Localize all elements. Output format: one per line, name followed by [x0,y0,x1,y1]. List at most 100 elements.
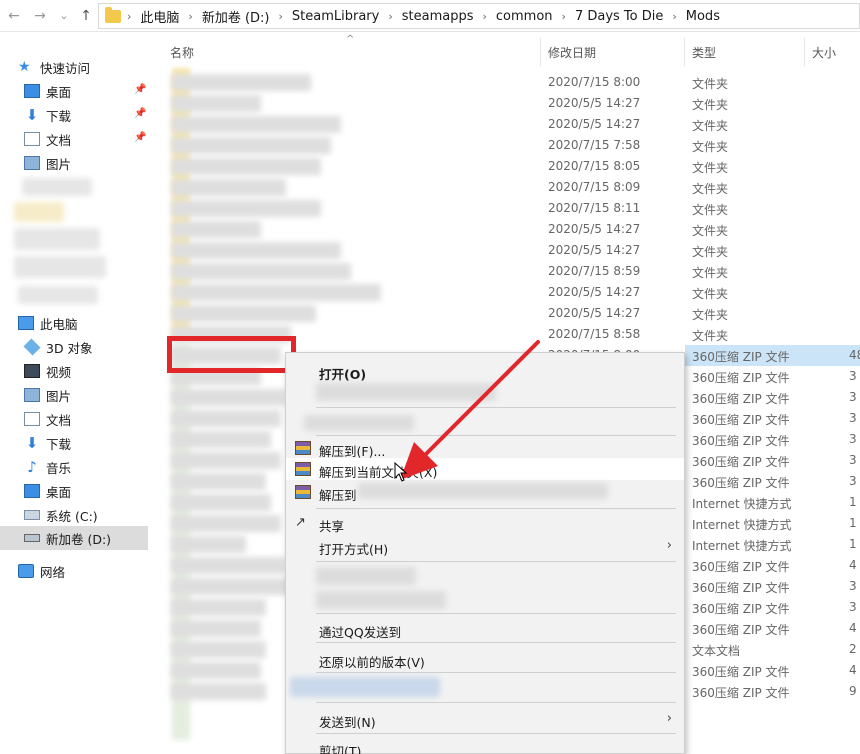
sidebar-item-drive-d[interactable]: 新加卷 (D:) [0,526,148,550]
recent-locations-button[interactable]: ⌄ [54,6,74,26]
table-row[interactable]: 2020/5/5 14:27 文件夹 [165,303,860,324]
column-divider[interactable] [804,38,805,66]
date-cell: 2020/5/5 14:27 [548,117,641,131]
drive-icon [24,510,40,520]
sidebar-item-desktop[interactable]: 桌面 [24,80,71,102]
date-cell: 2020/7/15 7:58 [548,138,641,152]
blurred-filename [171,389,286,406]
table-row[interactable]: 2020/7/15 7:58 文件夹 [165,135,860,156]
menu-separator [316,702,676,703]
type-cell: 360压缩 ZIP 文件 [692,476,790,490]
sidebar-item-drive-c[interactable]: 系统 (C:) [24,504,98,526]
table-row[interactable]: 2020/7/15 8:59 文件夹 [165,261,860,282]
blurred-item [22,178,92,196]
pin-icon[interactable]: 📌 [134,108,146,119]
sidebar-item-3d-objects[interactable]: 3D 对象 [23,336,93,358]
menu-separator [316,407,676,408]
up-button[interactable]: ↑ [76,6,96,26]
breadcrumb-item[interactable]: steamapps [402,9,474,24]
pin-icon[interactable]: 📌 [134,84,146,95]
document-icon [24,412,40,426]
sidebar-item-downloads-pc[interactable]: ⬇ 下载 [24,432,71,454]
breadcrumb-item[interactable]: SteamLibrary [292,9,379,24]
sidebar-item-pictures-pc[interactable]: 图片 [24,384,71,406]
sidebar-item-pictures[interactable]: 图片 [24,152,71,174]
menu-separator [316,733,676,734]
forward-button[interactable]: → [30,6,50,26]
sidebar-item-this-pc[interactable]: 此电脑 [18,312,78,334]
navigation-bar: ← → ⌄ ↑ › 此电脑 › 新加卷 (D:) › SteamLibrary … [0,0,860,32]
size-cell: 3 [849,600,857,614]
size-cell: 1 [849,537,857,551]
sidebar-item-music[interactable]: ♪ 音乐 [24,456,71,478]
type-cell: 文件夹 [692,287,729,301]
blurred-filename [171,452,281,469]
back-button[interactable]: ← [4,6,24,26]
sidebar-item-quick-access[interactable]: ★ 快速访问 [18,56,90,78]
column-divider[interactable] [684,38,685,66]
breadcrumb-item[interactable]: 此电脑 [140,7,179,26]
type-cell: 360压缩 ZIP 文件 [692,434,790,448]
date-cell: 2020/7/15 8:59 [548,264,641,278]
menu-item-send-via-qq[interactable]: 通过QQ发送到 [286,618,684,640]
type-cell: 360压缩 ZIP 文件 [692,413,790,427]
menu-item-share[interactable]: ↗ 共享 [286,512,684,535]
menu-item-extract-to[interactable]: 解压到(F)... [286,437,684,459]
type-cell: 360压缩 ZIP 文件 [692,665,790,679]
column-header-type[interactable]: 类型 [692,38,716,66]
blurred-item [14,256,106,278]
sidebar-item-videos[interactable]: 视频 [24,360,71,382]
sidebar-item-label: 下载 [46,108,72,124]
menu-separator [316,613,676,614]
sort-ascending-icon: ^ [346,34,355,45]
blurred-filename [171,515,281,532]
menu-separator [316,508,676,509]
column-header-date[interactable]: 修改日期 [548,38,596,66]
type-cell: 文件夹 [692,224,729,238]
menu-item-extract-here[interactable]: 解压到当前文件夹(X) [286,458,684,480]
sidebar-item-documents[interactable]: 文档 [24,128,71,150]
table-row[interactable]: 2020/5/5 14:27 文件夹 [165,282,860,303]
type-cell: 360压缩 ZIP 文件 [692,686,790,700]
blurred-filename [171,179,286,196]
chevron-right-icon: › [482,9,487,23]
type-cell: 360压缩 ZIP 文件 [692,623,790,637]
menu-item-open-with[interactable]: 打开方式(H) › [286,535,684,557]
date-cell: 2020/5/5 14:27 [548,306,641,320]
table-row[interactable]: 2020/7/15 8:05 文件夹 [165,156,860,177]
table-row[interactable]: 2020/7/15 8:09 文件夹 [165,177,860,198]
size-cell: 3 [849,432,857,446]
address-bar[interactable]: › 此电脑 › 新加卷 (D:) › SteamLibrary › steama… [98,3,860,29]
table-row[interactable]: 2020/5/5 14:27 文件夹 [165,93,860,114]
table-row[interactable]: 2020/5/5 14:27 文件夹 [165,219,860,240]
size-cell: 3 [849,390,857,404]
type-cell: 文件夹 [692,203,729,217]
table-row[interactable]: 2020/5/5 14:27 文件夹 [165,114,860,135]
menu-item-cut[interactable]: 剪切(T) [286,737,684,754]
breadcrumb-item[interactable]: common [496,9,553,24]
column-divider[interactable] [540,38,541,66]
sidebar-item-network[interactable]: 网络 [18,560,65,582]
desktop-icon [24,84,40,98]
size-cell: 3 [849,369,857,383]
sidebar-item-desktop-pc[interactable]: 桌面 [24,480,71,502]
column-header-size[interactable]: 大小 [812,38,836,66]
sidebar-item-label: 下载 [46,436,72,452]
table-row[interactable]: 2020/7/15 8:00 文件夹 [165,72,860,93]
pin-icon[interactable]: 📌 [134,132,146,143]
table-row[interactable]: 2020/7/15 8:11 文件夹 [165,198,860,219]
menu-item-open[interactable]: 打开(O) [286,360,684,382]
breadcrumb-item[interactable]: 7 Days To Die [575,9,663,24]
type-cell: 文件夹 [692,329,729,343]
breadcrumb-item[interactable]: Mods [686,9,720,24]
menu-item-send-to[interactable]: 发送到(N) › [286,708,684,730]
sidebar-item-downloads[interactable]: ⬇ 下载 [24,104,71,126]
type-cell: Internet 快捷方式 [692,518,792,532]
column-header-name[interactable]: 名称 [170,38,194,66]
computer-icon [18,316,34,330]
sidebar-item-documents-pc[interactable]: 文档 [24,408,71,430]
table-row[interactable]: 2020/5/5 14:27 文件夹 [165,240,860,261]
type-cell: 360压缩 ZIP 文件 [692,602,790,616]
breadcrumb-item[interactable]: 新加卷 (D:) [202,7,270,26]
menu-item-restore-previous[interactable]: 还原以前的版本(V) [286,648,684,670]
